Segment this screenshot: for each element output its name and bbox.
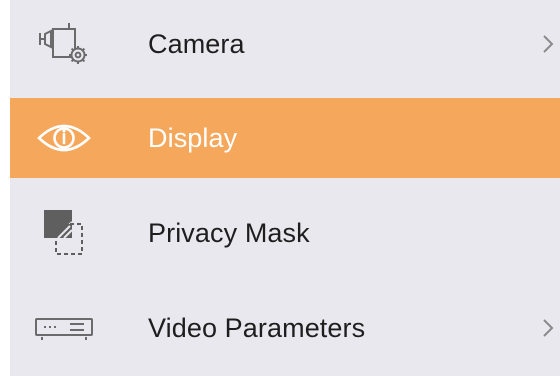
menu-item-privacy-mask[interactable]: Privacy Mask xyxy=(10,193,560,273)
video-parameters-icon xyxy=(32,300,96,356)
menu-item-display[interactable]: Display xyxy=(10,98,560,178)
chevron-right-icon xyxy=(536,30,560,58)
menu-item-label: Camera xyxy=(148,28,245,59)
settings-menu: Camera Display Privacy Mask Video Parame… xyxy=(10,0,560,376)
camera-settings-icon xyxy=(32,16,96,72)
menu-item-camera[interactable]: Camera xyxy=(10,4,560,84)
menu-item-video-parameters[interactable]: Video Parameters xyxy=(10,288,560,368)
menu-item-label: Display xyxy=(148,122,238,153)
menu-item-label: Privacy Mask xyxy=(148,217,310,248)
chevron-right-icon xyxy=(536,314,560,342)
eye-icon xyxy=(32,110,96,166)
privacy-mask-icon xyxy=(32,205,96,261)
menu-item-label: Video Parameters xyxy=(148,312,366,343)
